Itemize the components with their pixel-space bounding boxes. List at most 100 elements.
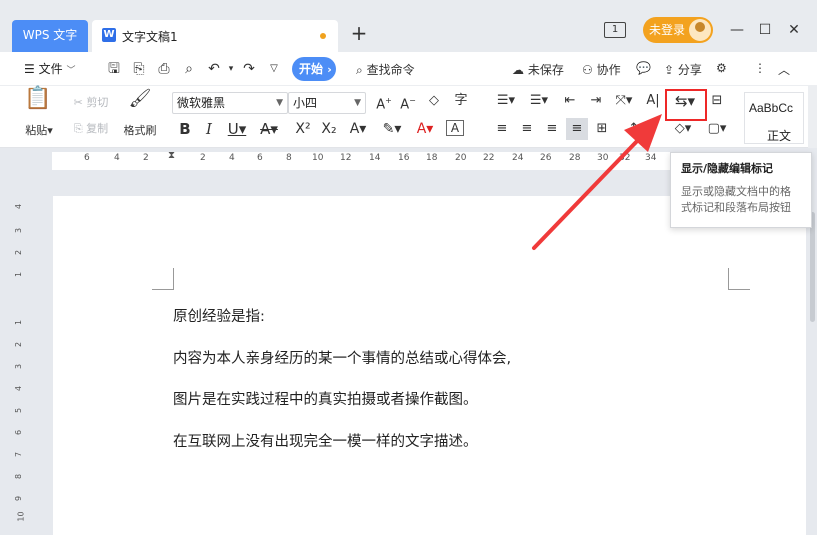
- unsaved-status[interactable]: ☁ 未保存: [512, 61, 564, 78]
- save-icon[interactable]: 🖫: [105, 60, 123, 78]
- login-button[interactable]: 未登录: [643, 17, 713, 43]
- search-command-input[interactable]: ⌕ 查找命令: [356, 61, 415, 78]
- format-painter-icon[interactable]: 🖌: [128, 90, 152, 108]
- collapse-ribbon-icon[interactable]: ︿: [778, 61, 790, 78]
- document-paragraph[interactable]: 原创经验是指:: [173, 305, 265, 326]
- undo-dropdown-icon[interactable]: ▾: [222, 60, 240, 78]
- strikethrough-icon[interactable]: A▾: [256, 120, 282, 138]
- font-color-icon[interactable]: A▾: [410, 120, 440, 138]
- scissors-icon: ✂: [73, 96, 83, 109]
- font-name-select[interactable]: 微软雅黑 ▼: [172, 92, 288, 114]
- phonetic-guide-icon[interactable]: 字: [450, 92, 472, 110]
- cut-label: 剪切: [86, 96, 109, 109]
- shading-icon[interactable]: ◇▾: [670, 120, 696, 138]
- maximize-button[interactable]: ☐: [755, 20, 775, 40]
- align-left-icon[interactable]: ≡: [493, 120, 511, 138]
- close-button[interactable]: ✕: [784, 20, 804, 40]
- font-name-value: 微软雅黑: [177, 96, 226, 110]
- ruler-tick: 12: [340, 153, 352, 163]
- ruler-tick: 2: [200, 153, 206, 163]
- new-tab-button[interactable]: +: [348, 22, 370, 44]
- text-effect-icon[interactable]: A▾: [344, 120, 372, 138]
- redo-icon[interactable]: ↷: [240, 60, 258, 78]
- print-preview-icon[interactable]: ⌕: [180, 60, 198, 78]
- align-center-icon[interactable]: ≡: [518, 120, 536, 138]
- collaborate-label: 协作: [596, 63, 621, 77]
- bullet-list-icon[interactable]: ☰▾: [493, 92, 519, 110]
- customize-dropdown-icon[interactable]: ▽: [265, 60, 283, 78]
- char-border-icon[interactable]: A: [446, 120, 464, 136]
- comment-icon[interactable]: 💬: [636, 61, 651, 75]
- font-size-select[interactable]: 小四 ▼: [288, 92, 366, 114]
- numbered-list-icon[interactable]: ☰▾: [526, 92, 552, 110]
- word-doc-icon: W: [102, 28, 116, 42]
- ruler-tick: 5: [14, 407, 24, 414]
- avatar: [689, 19, 711, 41]
- cloud-icon: ☁: [512, 63, 524, 77]
- text-direction-icon[interactable]: A|: [644, 92, 662, 110]
- line-spacing-icon[interactable]: ↕▾: [626, 120, 648, 138]
- grow-font-icon[interactable]: A+: [374, 92, 394, 114]
- border-icon[interactable]: ▢▾: [704, 120, 730, 138]
- document-paragraph[interactable]: 在互联网上没有出现完全一模一样的文字描述。: [173, 430, 478, 451]
- more-icon[interactable]: ⋮: [754, 61, 766, 75]
- chevron-right-icon: ›: [327, 63, 332, 76]
- highlight-color-icon[interactable]: ✎▾: [378, 120, 406, 138]
- tab-start[interactable]: 开始 ›: [292, 57, 336, 81]
- bold-icon[interactable]: B: [176, 120, 194, 138]
- ruler-tick: 10: [16, 511, 26, 522]
- vertical-ruler: 4 3 2 1 1 2 3 4 5 6 7 8 9 10: [6, 190, 28, 535]
- scrollbar-thumb[interactable]: [810, 212, 815, 322]
- ruler-tick: 3: [14, 363, 24, 370]
- chevron-down-icon: ▼: [354, 98, 361, 108]
- justify-icon[interactable]: ≡: [566, 118, 588, 140]
- tab-document[interactable]: W 文字文稿1: [92, 20, 338, 52]
- ruler-tick: 20: [455, 153, 467, 163]
- indent-marker-icon[interactable]: ⧗: [168, 150, 175, 161]
- export-pdf-icon[interactable]: ⎘: [130, 60, 148, 78]
- document-paragraph[interactable]: 内容为本人亲身经历的某一个事情的总结或心得体会,: [173, 347, 511, 368]
- ribbon-scroll-right[interactable]: [808, 86, 817, 148]
- ruler-tick: 8: [286, 153, 292, 163]
- file-menu-label: 文件: [38, 62, 63, 76]
- collaborate-button[interactable]: ⚇ 协作: [582, 61, 621, 78]
- undo-icon[interactable]: ↶: [205, 60, 223, 78]
- settings-icon[interactable]: ⚙: [716, 61, 727, 75]
- hamburger-icon: ☰: [24, 62, 35, 76]
- tab-wps-home[interactable]: WPS 文字: [12, 20, 88, 52]
- share-button[interactable]: ⇪ 分享: [664, 61, 702, 78]
- decrease-indent-icon[interactable]: ⇤: [560, 92, 580, 110]
- ruler-tick: 9: [14, 495, 24, 502]
- cut-button[interactable]: ✂ 剪切: [66, 94, 116, 112]
- file-menu[interactable]: ☰ 文件 ﹀: [24, 60, 75, 77]
- ruler-tick: 24: [512, 153, 524, 163]
- ruler-tick: 10: [312, 153, 324, 163]
- subscript-icon[interactable]: X₂: [318, 120, 340, 138]
- ruler-tick: 4: [14, 203, 24, 210]
- font-size-value: 小四: [293, 96, 318, 110]
- print-icon[interactable]: ⎙: [155, 60, 173, 78]
- chinese-layout-icon[interactable]: ⤧▾: [612, 92, 636, 110]
- ruler-tick: 8: [14, 473, 24, 480]
- distributed-align-icon[interactable]: ⊞: [593, 120, 611, 138]
- superscript-icon[interactable]: X²: [292, 120, 314, 138]
- style-normal[interactable]: AaBbCc 正文: [744, 92, 804, 144]
- format-painter-button[interactable]: 格式刷: [118, 122, 162, 140]
- underline-icon[interactable]: U▾: [224, 120, 250, 138]
- collaborate-icon: ⚇: [582, 63, 593, 77]
- align-right-icon[interactable]: ≡: [543, 120, 561, 138]
- paste-button[interactable]: 粘贴▾: [22, 122, 56, 140]
- share-icon: ⇪: [664, 63, 675, 77]
- paste-icon[interactable]: 📋: [24, 88, 51, 110]
- copy-button[interactable]: ⎘ 复制: [66, 120, 116, 138]
- clear-format-icon[interactable]: ◇: [424, 92, 444, 110]
- increase-indent-icon[interactable]: ⇥: [586, 92, 606, 110]
- ruler-tick: 6: [14, 429, 24, 436]
- table-border-icon[interactable]: ⊟: [706, 92, 728, 110]
- minimize-button[interactable]: —: [727, 20, 747, 40]
- document-paragraph[interactable]: 图片是在实践过程中的真实拍摄或者操作截图。: [173, 388, 478, 409]
- italic-icon[interactable]: I: [200, 120, 218, 138]
- document-tab-title: 文字文稿1: [122, 30, 178, 44]
- page-count-icon[interactable]: 1: [604, 22, 626, 38]
- shrink-font-icon[interactable]: A−: [398, 92, 418, 114]
